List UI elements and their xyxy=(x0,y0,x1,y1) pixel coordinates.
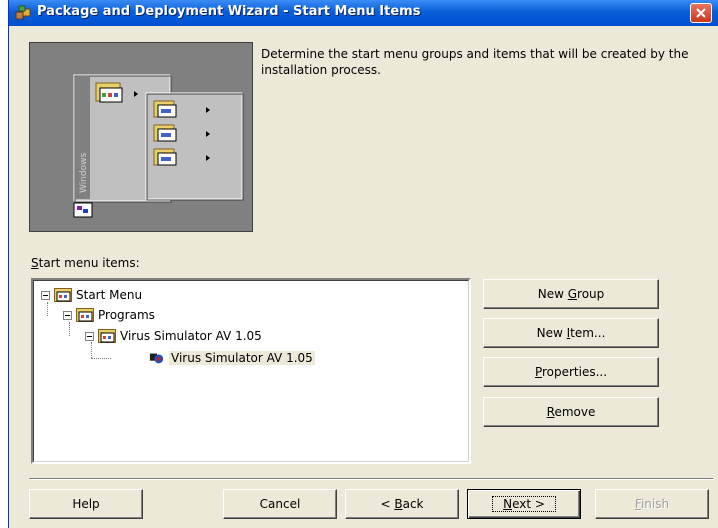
collapse-icon[interactable] xyxy=(85,331,94,341)
next-label: Next > xyxy=(492,496,556,512)
close-button[interactable] xyxy=(690,3,712,23)
collapse-icon[interactable] xyxy=(63,310,72,320)
properties-button[interactable]: Properties... xyxy=(483,357,659,387)
collapse-icon[interactable] xyxy=(41,290,50,300)
finish-button[interactable]: Finish xyxy=(595,489,709,519)
program-group-icon xyxy=(54,288,72,302)
close-icon xyxy=(696,8,706,18)
back-label: < Back xyxy=(380,497,424,511)
banner-windows-text: Windows xyxy=(79,153,89,193)
tree-node-label: Virus Simulator AV 1.05 xyxy=(169,351,315,365)
new-item-label: New Item... xyxy=(536,326,606,340)
shortcut-icon xyxy=(149,353,164,364)
tree-node-start-menu[interactable]: Start Menu xyxy=(41,286,142,304)
tree-node-label: Start Menu xyxy=(76,288,143,302)
tree-node-label: Programs xyxy=(98,308,155,322)
title-bar[interactable]: Package and Deployment Wizard - Start Me… xyxy=(9,0,718,26)
program-group-icon xyxy=(76,308,94,322)
new-group-label: New Group xyxy=(537,287,605,301)
window-title: Package and Deployment Wizard - Start Me… xyxy=(37,4,421,19)
package-icon xyxy=(15,5,31,20)
wizard-banner-image: Windows xyxy=(29,42,253,232)
cancel-button[interactable]: Cancel xyxy=(223,489,337,519)
wizard-window: Package and Deployment Wizard - Start Me… xyxy=(8,0,718,528)
next-button[interactable]: Next > xyxy=(467,489,581,519)
footer-separator xyxy=(29,478,713,480)
remove-button[interactable]: Remove xyxy=(483,397,659,427)
help-button[interactable]: Help xyxy=(29,489,143,519)
tree-node-virus-simulator-group[interactable]: Virus Simulator AV 1.05 xyxy=(85,327,262,345)
tree-node-programs[interactable]: Programs xyxy=(63,306,155,324)
start-menu-tree[interactable]: Start Menu Programs Virus Simulator AV 1… xyxy=(31,278,471,464)
tree-node-label: Virus Simulator AV 1.05 xyxy=(120,329,262,343)
start-menu-illustration: Windows xyxy=(73,74,244,218)
finish-label: Finish xyxy=(634,497,670,511)
program-group-icon xyxy=(98,329,116,343)
new-item-button[interactable]: New Item... xyxy=(483,318,659,348)
tree-node-virus-simulator-item[interactable]: Virus Simulator AV 1.05 xyxy=(149,349,315,367)
new-group-button[interactable]: New Group xyxy=(483,279,659,309)
remove-label: Remove xyxy=(546,405,596,419)
properties-label: Properties... xyxy=(534,365,608,379)
tree-label: Start menu items: xyxy=(31,256,140,270)
step-description: Determine the start menu groups and item… xyxy=(261,47,689,77)
back-button[interactable]: < Back xyxy=(345,489,459,519)
